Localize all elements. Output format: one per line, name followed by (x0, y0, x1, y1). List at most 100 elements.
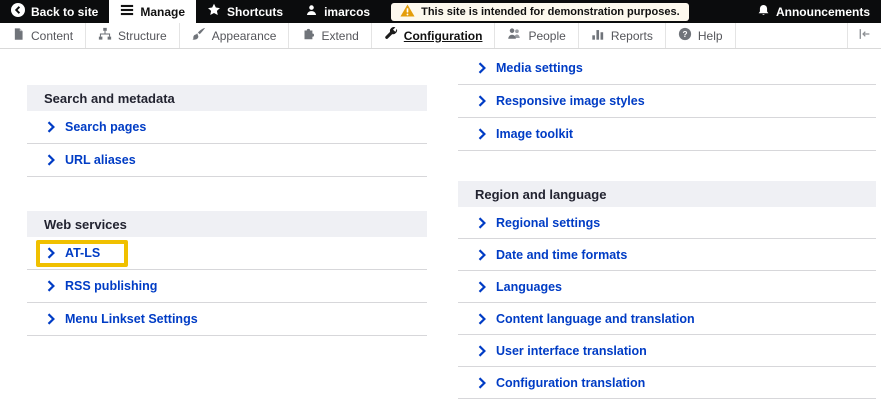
menu-label: Appearance (211, 28, 277, 43)
chevron-right-icon (478, 280, 486, 293)
hamburger-menu-icon (120, 3, 134, 20)
config-link-row-at-ls[interactable]: AT-LS (27, 237, 427, 270)
username-label: imarcos (324, 4, 371, 19)
user-icon (305, 4, 318, 20)
help-icon: ? (678, 27, 692, 44)
config-link-row-date-and-time-formats[interactable]: Date and time formats (458, 239, 876, 271)
manage-label: Manage (140, 4, 186, 19)
sitemap-icon (98, 27, 112, 44)
section-header-web-services: Web services (27, 211, 427, 237)
people-icon (507, 27, 522, 44)
shortcuts-tab[interactable]: Shortcuts (196, 0, 294, 23)
menu-bar-spacer (736, 23, 847, 48)
menu-item-appearance[interactable]: Appearance (180, 23, 290, 48)
admin-toolbar: Back to site Manage Shortcuts imarcos Th… (0, 0, 881, 23)
config-link[interactable]: Image toolkit (496, 127, 573, 141)
menu-label: Configuration (403, 28, 483, 43)
chevron-right-icon (478, 376, 486, 389)
announcements-label: Announcements (775, 4, 870, 19)
chevron-right-icon (47, 121, 55, 133)
menu-label: Help (697, 28, 723, 43)
menu-item-structure[interactable]: Structure (86, 23, 180, 48)
chevron-right-icon (47, 280, 55, 292)
chevron-right-icon (478, 95, 486, 107)
config-link-row-languages[interactable]: Languages (458, 271, 876, 303)
back-to-site-button[interactable]: Back to site (0, 0, 109, 23)
menu-label: Content (31, 28, 74, 43)
menu-item-people[interactable]: People (495, 23, 579, 48)
demo-warning-text: This site is intended for demonstration … (421, 5, 680, 18)
config-link[interactable]: URL aliases (65, 153, 136, 167)
config-link[interactable]: Date and time formats (496, 248, 627, 262)
chevron-right-icon (478, 62, 486, 74)
menu-label: People (528, 28, 566, 43)
file-icon (12, 27, 25, 44)
config-link-row-media-settings[interactable]: Media settings (458, 52, 876, 85)
toolbar-orientation-toggle[interactable] (847, 23, 881, 48)
wrench-icon (384, 27, 398, 44)
manage-tab[interactable]: Manage (109, 0, 197, 23)
menu-item-help[interactable]: ? Help (666, 23, 736, 48)
chevron-right-icon (47, 247, 55, 259)
config-link[interactable]: AT-LS (65, 246, 100, 260)
config-link-row-image-toolkit[interactable]: Image toolkit (458, 118, 876, 151)
announcements-button[interactable]: Announcements (746, 0, 881, 23)
shortcuts-label: Shortcuts (227, 4, 284, 19)
config-link-row-content-language-and-translation[interactable]: Content language and translation (458, 303, 876, 335)
svg-text:?: ? (682, 29, 687, 39)
chevron-right-icon (478, 312, 486, 325)
menu-item-content[interactable]: Content (0, 23, 87, 48)
config-link[interactable]: Regional settings (496, 216, 600, 230)
admin-menu-bar: Content Structure Appearance Extend Conf… (0, 23, 881, 49)
chevron-right-icon (478, 344, 486, 357)
back-icon (11, 3, 25, 20)
config-link[interactable]: Media settings (496, 61, 583, 75)
menu-label: Reports (610, 28, 653, 43)
config-link-row-regional-settings[interactable]: Regional settings (458, 207, 876, 239)
collapse-left-icon (858, 27, 871, 45)
bar-chart-icon (591, 27, 605, 44)
config-link[interactable]: Languages (496, 280, 562, 294)
section-header-search-and-metadata: Search and metadata (27, 85, 427, 111)
config-link-row-responsive-image-styles[interactable]: Responsive image styles (458, 85, 876, 118)
config-column-right: Media settings Responsive image styles I… (458, 52, 876, 399)
configuration-page: Search and metadata Search pages URL ali… (0, 49, 881, 404)
star-icon (207, 3, 221, 20)
config-link[interactable]: Content language and translation (496, 312, 695, 326)
highlight-box: AT-LS (36, 239, 129, 267)
config-link[interactable]: RSS publishing (65, 279, 157, 293)
section-header-region-and-language: Region and language (458, 181, 876, 207)
menu-label: Extend (321, 28, 359, 43)
config-link-row-menu-linkset-settings[interactable]: Menu Linkset Settings (27, 303, 427, 336)
menu-label: Structure (118, 28, 167, 43)
config-link[interactable]: Search pages (65, 120, 146, 134)
config-link[interactable]: User interface translation (496, 344, 647, 358)
back-to-site-label: Back to site (31, 4, 99, 19)
config-link[interactable]: Configuration translation (496, 376, 645, 390)
config-link-row-url-aliases[interactable]: URL aliases (27, 144, 427, 177)
config-link[interactable]: Responsive image styles (496, 94, 645, 108)
config-column-left: Search and metadata Search pages URL ali… (27, 85, 427, 336)
bell-icon (757, 4, 770, 20)
menu-item-configuration[interactable]: Configuration (372, 23, 496, 48)
puzzle-icon (301, 27, 315, 44)
config-link-row-user-interface-translation[interactable]: User interface translation (458, 335, 876, 367)
config-link-row-configuration-translation[interactable]: Configuration translation (458, 367, 876, 399)
config-link[interactable]: Menu Linkset Settings (65, 312, 198, 326)
section-region-and-language: Region and language Regional settings Da… (458, 181, 876, 399)
section-media-partial: Media settings Responsive image styles I… (458, 52, 876, 151)
user-menu[interactable]: imarcos (294, 0, 381, 23)
chevron-right-icon (478, 216, 486, 229)
chevron-right-icon (478, 128, 486, 140)
config-link-row-rss-publishing[interactable]: RSS publishing (27, 270, 427, 303)
demo-warning-badge: This site is intended for demonstration … (391, 2, 689, 21)
chevron-right-icon (47, 313, 55, 325)
warning-icon (400, 3, 415, 20)
menu-item-reports[interactable]: Reports (579, 23, 666, 48)
brush-icon (192, 27, 206, 44)
chevron-right-icon (478, 248, 486, 261)
config-link-row-search-pages[interactable]: Search pages (27, 111, 427, 144)
chevron-right-icon (47, 154, 55, 166)
menu-item-extend[interactable]: Extend (289, 23, 372, 48)
